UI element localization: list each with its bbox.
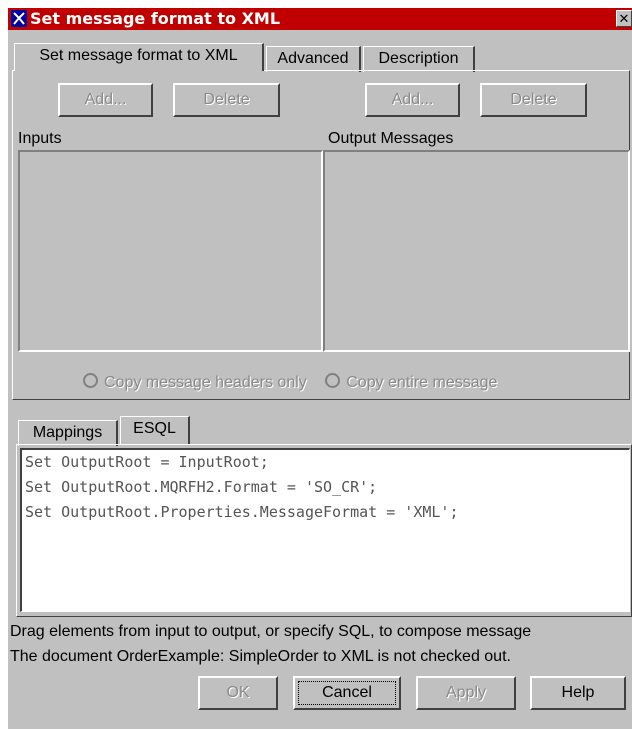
tab-set-message-format[interactable]: Set message format to XML (14, 43, 264, 71)
app-icon (11, 10, 27, 27)
inputs-add-label: Add... (84, 91, 127, 108)
inputs-list[interactable] (18, 150, 323, 352)
close-icon: ✕ (618, 12, 630, 27)
inputs-delete-label: Delete (203, 91, 250, 108)
tab-label: Mappings (32, 424, 103, 441)
hint-text: Drag elements from input to output, or s… (10, 623, 532, 640)
radio-entire-message-label: Copy entire message (346, 374, 498, 391)
inputs-add-button[interactable]: Add... (58, 83, 153, 117)
cancel-label: Cancel (322, 684, 372, 701)
copy-options: Copy message headers only Copy entire me… (83, 373, 497, 392)
outputs-delete-button[interactable]: Delete (480, 83, 587, 117)
inputs-delete-button[interactable]: Delete (173, 83, 280, 117)
radio-entire-message[interactable]: Copy entire message (325, 373, 498, 391)
title-bar[interactable]: Set message format to XML ✕ (8, 8, 632, 30)
esql-line: Set OutputRoot.Properties.MessageFormat … (25, 503, 459, 521)
radio-icon (83, 373, 98, 388)
radio-icon (325, 373, 341, 388)
outputs-delete-label: Delete (510, 91, 557, 108)
help-label: Help (561, 684, 595, 701)
tab-esql[interactable]: ESQL (120, 416, 190, 444)
esql-line: Set OutputRoot = InputRoot; (25, 453, 269, 471)
tab-label: Advanced (277, 50, 349, 67)
ok-button[interactable]: OK (198, 676, 278, 710)
radio-headers-only-label: Copy message headers only (104, 374, 307, 391)
help-button[interactable]: Help (530, 676, 626, 710)
inputs-label: Inputs (18, 130, 62, 147)
output-messages-label: Output Messages (328, 130, 454, 147)
close-button[interactable]: ✕ (616, 10, 632, 27)
esql-line: Set OutputRoot.MQRFH2.Format = 'SO_CR'; (25, 478, 378, 496)
cancel-button[interactable]: Cancel (293, 676, 401, 710)
window-title: Set message format to XML (30, 9, 281, 28)
tab-description[interactable]: Description (363, 46, 475, 72)
output-messages-list[interactable] (323, 150, 630, 352)
tab-advanced[interactable]: Advanced (266, 46, 361, 72)
ok-label: OK (226, 684, 250, 701)
tab-label: Description (378, 50, 459, 67)
outputs-add-label: Add... (391, 91, 434, 108)
tab-mappings[interactable]: Mappings (18, 420, 118, 446)
radio-headers-only[interactable]: Copy message headers only (83, 373, 307, 391)
dialog-window: Set message format to XML ✕ Set message … (8, 8, 632, 729)
tab-label: Set message format to XML (39, 47, 238, 64)
apply-button[interactable]: Apply (416, 676, 516, 710)
tab-label: ESQL (133, 420, 176, 437)
apply-label: Apply (445, 684, 487, 701)
checkout-status: The document OrderExample: SimpleOrder t… (10, 648, 511, 665)
esql-editor[interactable]: Set OutputRoot = InputRoot; Set OutputRo… (20, 448, 630, 612)
outputs-add-button[interactable]: Add... (365, 83, 460, 117)
